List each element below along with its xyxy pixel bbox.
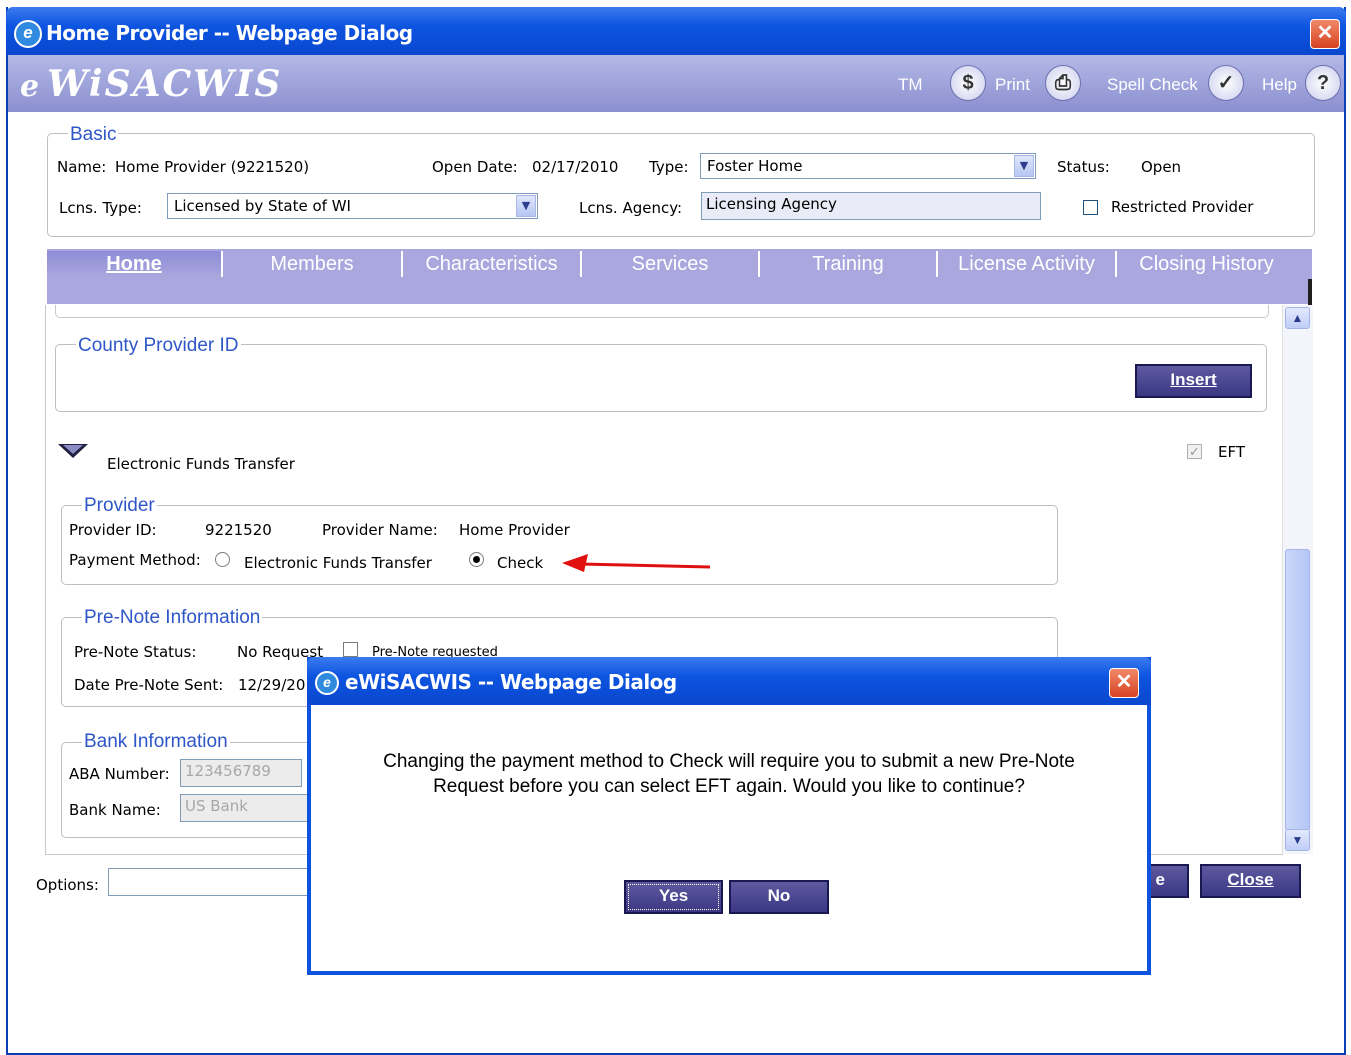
status-value: Open xyxy=(1141,158,1182,176)
help-icon[interactable]: ? xyxy=(1305,65,1341,101)
basic-group xyxy=(47,133,1315,237)
status-label: Status: xyxy=(1057,158,1110,176)
county-provider-legend: County Provider ID xyxy=(76,335,241,357)
aba-number-field[interactable]: 123456789 xyxy=(180,759,302,787)
provider-name-value: Home Provider xyxy=(459,521,570,539)
confirm-dialog-close-button[interactable]: ✕ xyxy=(1109,668,1139,698)
app-header-bar: e WiSACWIS TM $ Print ⎙ Spell Check ✓ Hel… xyxy=(8,55,1344,112)
scroll-thumb[interactable] xyxy=(1285,549,1310,831)
payment-check-radio[interactable] xyxy=(469,552,484,567)
tm-icon[interactable]: $ xyxy=(950,65,986,101)
type-label: Type: xyxy=(649,158,689,176)
provider-name-label: Provider Name: xyxy=(322,521,438,539)
tab-members[interactable]: Members xyxy=(223,251,403,277)
window-titlebar: e Home Provider -- Webpage Dialog ✕ xyxy=(6,7,1346,55)
bank-name-label: Bank Name: xyxy=(69,801,161,819)
payment-eft-label: Electronic Funds Transfer xyxy=(244,554,432,572)
spell-check-link[interactable]: Spell Check xyxy=(1107,75,1198,95)
payment-eft-radio[interactable] xyxy=(215,552,230,567)
aba-number-label: ABA Number: xyxy=(69,765,170,783)
eft-section-label: Electronic Funds Transfer xyxy=(107,455,295,473)
prenote-requested-checkbox[interactable] xyxy=(343,642,358,657)
lcns-agency-label: Lcns. Agency: xyxy=(579,199,683,217)
yes-button[interactable]: Yes xyxy=(624,880,723,914)
bank-legend: Bank Information xyxy=(82,731,230,753)
red-arrow-annotation-icon xyxy=(562,554,711,572)
name-label: Name: xyxy=(57,158,107,176)
help-link[interactable]: Help xyxy=(1262,75,1297,95)
tab-services[interactable]: Services xyxy=(582,251,760,277)
tab-strip-edge xyxy=(1308,279,1312,305)
provider-id-label: Provider ID: xyxy=(69,521,157,539)
date-prenote-sent-label: Date Pre-Note Sent: xyxy=(74,676,224,694)
no-button[interactable]: No xyxy=(729,880,829,914)
type-select[interactable]: Foster Home ▼ xyxy=(700,153,1036,179)
tab-home[interactable]: Home xyxy=(47,251,223,277)
confirm-message-line-1: Changing the payment method to Check wil… xyxy=(383,751,1075,772)
confirm-message: Changing the payment method to Check wil… xyxy=(311,749,1147,799)
app-brand-logo: e WiSACWIS xyxy=(20,63,283,105)
scroll-down-icon[interactable]: ▼ xyxy=(1285,829,1310,851)
tab-training[interactable]: Training xyxy=(760,251,938,277)
chevron-down-icon: ▼ xyxy=(1014,155,1034,177)
provider-legend: Provider xyxy=(82,495,157,517)
open-date-label: Open Date: xyxy=(432,158,518,176)
previous-section-edge xyxy=(55,305,1269,318)
name-value: Home Provider (9221520) xyxy=(115,158,310,176)
payment-check-label: Check xyxy=(497,554,544,572)
confirm-message-line-2: Request before you can select EFT again.… xyxy=(433,776,1025,797)
tab-license-activity[interactable]: License Activity xyxy=(938,251,1117,277)
eft-checkbox[interactable]: ✓ xyxy=(1187,444,1202,459)
tab-characteristics[interactable]: Characteristics xyxy=(403,251,582,277)
scroll-up-icon[interactable]: ▲ xyxy=(1285,307,1310,329)
bank-name-field[interactable]: US Bank xyxy=(180,794,310,822)
chevron-down-icon: ▼ xyxy=(516,195,536,217)
confirm-dialog-title: eWiSACWIS -- Webpage Dialog xyxy=(345,670,677,694)
print-icon[interactable]: ⎙ xyxy=(1045,65,1081,101)
ie-icon: e xyxy=(315,671,339,695)
prenote-status-label: Pre-Note Status: xyxy=(74,643,197,661)
payment-method-label: Payment Method: xyxy=(69,551,201,569)
spell-check-icon[interactable]: ✓ xyxy=(1208,65,1244,101)
options-label: Options: xyxy=(36,876,99,894)
restricted-provider-checkbox[interactable] xyxy=(1083,200,1098,215)
lcns-type-label: Lcns. Type: xyxy=(59,199,142,217)
lcns-agency-field[interactable]: Licensing Agency xyxy=(701,192,1041,220)
prenote-legend: Pre-Note Information xyxy=(82,607,263,629)
open-date-value: 02/17/2010 xyxy=(532,158,619,176)
options-field[interactable] xyxy=(108,868,328,896)
window-close-button[interactable]: ✕ xyxy=(1310,19,1340,49)
provider-id-value: 9221520 xyxy=(205,521,272,539)
close-button[interactable]: Close xyxy=(1200,864,1301,898)
restricted-provider-label: Restricted Provider xyxy=(1111,198,1254,216)
date-prenote-sent-value: 12/29/20 xyxy=(238,676,306,694)
print-link[interactable]: Print xyxy=(995,75,1030,95)
confirm-dialog-titlebar: e eWiSACWIS -- Webpage Dialog ✕ xyxy=(307,657,1151,705)
lcns-type-select[interactable]: Licensed by State of WI ▼ xyxy=(167,193,538,219)
window-title: Home Provider -- Webpage Dialog xyxy=(46,21,413,45)
eft-checkbox-label: EFT xyxy=(1218,443,1246,461)
insert-button[interactable]: Insert xyxy=(1135,364,1252,398)
tab-closing-history[interactable]: Closing History xyxy=(1117,251,1296,277)
tm-label: TM xyxy=(898,75,923,94)
basic-legend: Basic xyxy=(68,124,119,146)
ie-icon: e xyxy=(14,20,42,48)
content-scrollbar[interactable]: ▲ ▼ xyxy=(1282,305,1313,854)
